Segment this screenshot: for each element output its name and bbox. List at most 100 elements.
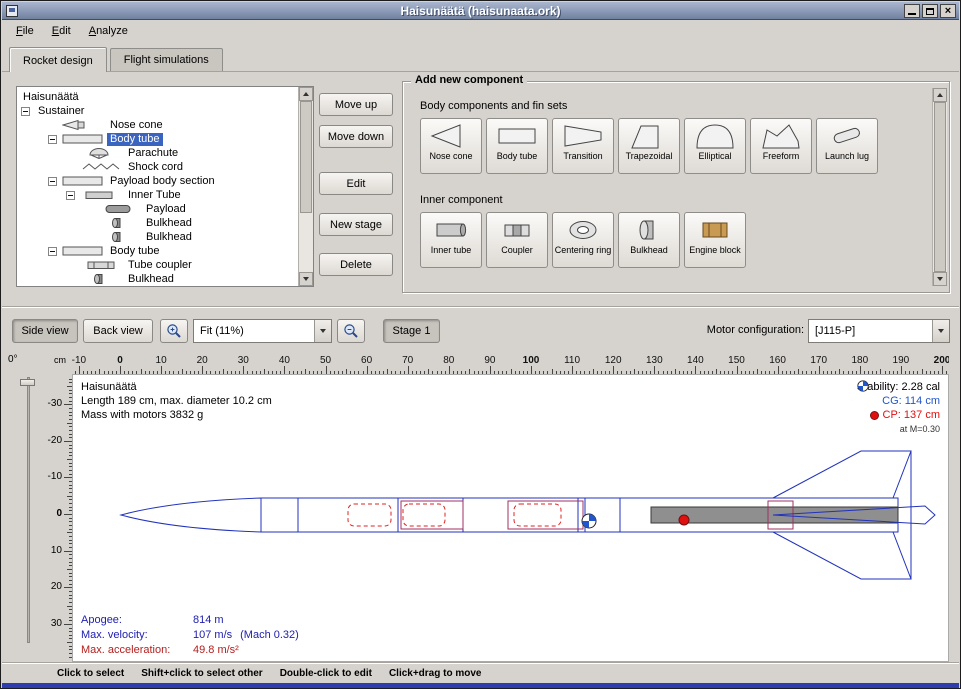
chevron-down-icon[interactable] <box>932 320 949 342</box>
scroll-thumb[interactable] <box>934 102 946 272</box>
zoom-in-button[interactable] <box>160 319 188 343</box>
maximize-icon <box>926 8 934 15</box>
ruler-tick <box>531 366 532 374</box>
tab-rocket-design[interactable]: Rocket design <box>9 47 107 72</box>
ruler-label: 0 <box>117 355 123 366</box>
cp-value: CP: 137 cm <box>883 408 940 422</box>
rotation-slider[interactable] <box>27 377 30 643</box>
component-button-label: Engine block <box>689 245 741 255</box>
rotation-slider-thumb[interactable] <box>20 379 35 386</box>
tree-row-1[interactable]: Sustainer <box>18 104 297 118</box>
close-button[interactable]: × <box>940 4 956 18</box>
tree-row-9[interactable]: Bulkhead <box>18 216 297 230</box>
move-down-button[interactable]: Move down <box>319 125 393 148</box>
scroll-up-button[interactable] <box>299 87 313 101</box>
side-view-button[interactable]: Side view <box>12 319 78 343</box>
add-freeform-button[interactable]: Freeform <box>750 118 812 174</box>
tree-row-6[interactable]: Payload body section <box>18 174 297 188</box>
tree-expander-icon[interactable] <box>66 191 75 200</box>
ruler-label: 50 <box>320 355 331 366</box>
tree-item-label: Body tube <box>107 133 163 146</box>
ruler-tick <box>942 366 943 374</box>
tree-row-12[interactable]: Tube coupler <box>18 258 297 272</box>
ruler-tick <box>613 366 614 374</box>
stage-1-button[interactable]: Stage 1 <box>383 319 440 343</box>
add-trapezoidal-button[interactable]: Trapezoidal <box>618 118 680 174</box>
tree-row-8[interactable]: Payload <box>18 202 297 216</box>
shockcord-icon <box>80 161 122 173</box>
arrow-up-icon <box>303 92 309 96</box>
scroll-thumb[interactable] <box>300 101 312 213</box>
tree-row-0[interactable]: Haisunäätä <box>18 90 297 104</box>
minimize-button[interactable] <box>904 4 920 18</box>
ruler-label: 40 <box>279 355 290 366</box>
add-engineblock-button[interactable]: Engine block <box>684 212 746 268</box>
tree-row-11[interactable]: Body tube <box>18 244 297 258</box>
component-tree: HaisunäätäSustainerNose coneBody tubePar… <box>18 88 297 285</box>
coupler-icon <box>80 259 122 271</box>
chevron-down-icon[interactable] <box>314 320 331 342</box>
apogee-value: 814 m <box>193 614 224 626</box>
tree-item-label: Bulkhead <box>143 217 195 230</box>
edit-button[interactable]: Edit <box>319 172 393 195</box>
tree-row-13[interactable]: Bulkhead <box>18 272 297 285</box>
add-component-title: Add new component <box>411 74 527 86</box>
menu-item-analyze[interactable]: Analyze <box>80 22 137 40</box>
tree-expander-icon[interactable] <box>48 247 57 256</box>
tree-row-3[interactable]: Body tube <box>18 132 297 146</box>
add-coupler-button[interactable]: Coupler <box>486 212 548 268</box>
scroll-down-button[interactable] <box>299 272 313 286</box>
ruler-tick <box>284 366 285 374</box>
back-view-button[interactable]: Back view <box>83 319 153 343</box>
new-stage-button[interactable]: New stage <box>319 213 393 236</box>
add-transition-button[interactable]: Transition <box>552 118 614 174</box>
velocity-mach: (Mach 0.32) <box>240 629 299 641</box>
ruler-tick <box>64 514 72 515</box>
tree-expander-icon[interactable] <box>48 135 57 144</box>
scroll-down-button[interactable] <box>933 272 947 286</box>
zoom-select[interactable]: Fit (11%) <box>193 319 332 343</box>
zoom-out-button[interactable] <box>337 319 365 343</box>
tree-row-10[interactable]: Bulkhead <box>18 230 297 244</box>
statusbar-hints: Click to selectShift+click to select oth… <box>2 662 959 683</box>
move-up-button[interactable]: Move up <box>319 93 393 116</box>
motor-configuration-select[interactable]: [J115-P] <box>808 319 950 343</box>
tree-row-4[interactable]: Parachute <box>18 146 297 160</box>
component-button-label: Centering ring <box>555 245 612 255</box>
add-bodytube-button[interactable]: Body tube <box>486 118 548 174</box>
coupler-icon <box>495 216 539 244</box>
tree-scrollbar[interactable] <box>298 87 313 286</box>
maximize-button[interactable] <box>922 4 938 18</box>
tab-flight-simulations[interactable]: Flight simulations <box>110 48 223 71</box>
minimize-icon <box>908 13 916 15</box>
component-button-label: Elliptical <box>698 151 731 161</box>
titlebar[interactable]: Haisunäätä (haisunaata.ork) × <box>2 2 959 20</box>
tree-row-7[interactable]: Inner Tube <box>18 188 297 202</box>
tree-item-label: Inner Tube <box>125 189 184 202</box>
add-innertube-button[interactable]: Inner tube <box>420 212 482 268</box>
menu-item-edit[interactable]: Edit <box>43 22 80 40</box>
tree-item-label: Tube coupler <box>125 259 195 272</box>
ruler-tick <box>408 366 409 374</box>
rocket-canvas[interactable]: Haisunäätä Length 189 cm, max. diameter … <box>72 374 949 662</box>
components-scrollbar[interactable] <box>932 88 947 286</box>
add-centeringring-button[interactable]: Centering ring <box>552 212 614 268</box>
ruler-label: 100 <box>523 355 540 366</box>
tree-row-5[interactable]: Shock cord <box>18 160 297 174</box>
component-button-label: Coupler <box>501 245 533 255</box>
add-launchlug-button[interactable]: Launch lug <box>816 118 878 174</box>
mach-note: at M=0.30 <box>857 422 940 436</box>
scroll-up-button[interactable] <box>933 88 947 102</box>
add-bulkhead-button[interactable]: Bulkhead <box>618 212 680 268</box>
ruler-label: 170 <box>810 355 827 366</box>
tree-row-2[interactable]: Nose cone <box>18 118 297 132</box>
add-nosecone-button[interactable]: Nose cone <box>420 118 482 174</box>
delete-button[interactable]: Delete <box>319 253 393 276</box>
menu-item-file[interactable]: File <box>7 22 43 40</box>
tree-expander-icon[interactable] <box>21 107 30 116</box>
zoom-in-icon <box>166 323 182 339</box>
add-elliptical-button[interactable]: Elliptical <box>684 118 746 174</box>
tree-expander-icon[interactable] <box>48 177 57 186</box>
nosecone-icon <box>429 122 473 150</box>
window-controls: × <box>904 4 956 18</box>
